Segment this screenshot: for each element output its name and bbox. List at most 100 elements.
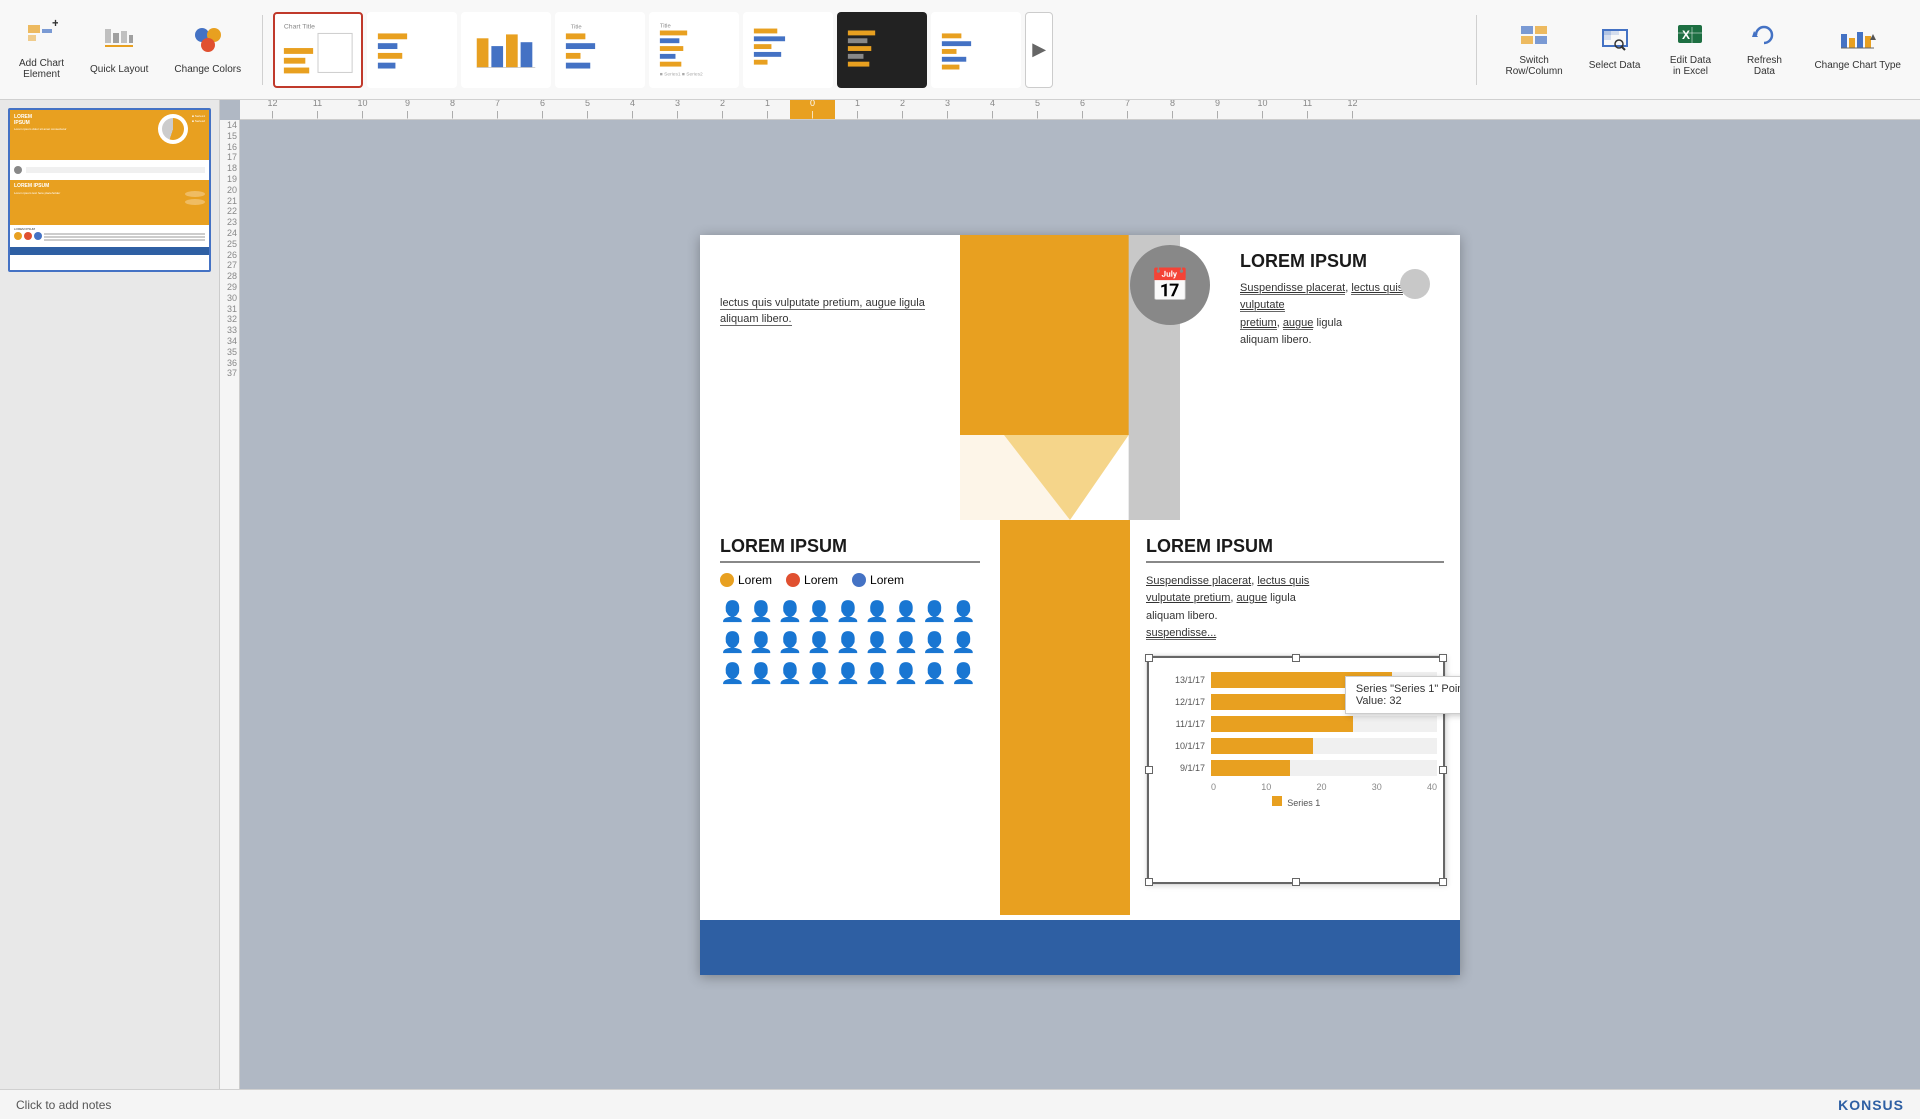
calendar-icon: 📅 — [1150, 266, 1190, 304]
person-icon: 👤 — [807, 599, 832, 624]
person-icon: 👤 — [778, 599, 803, 624]
chart-layouts-strip: Chart Title — [273, 12, 1465, 88]
calendar-icon-circle: 📅 — [1130, 245, 1210, 325]
main-area: 1 LOREMIPSUM Lorem ipsum dolor sit amet … — [0, 100, 1920, 1089]
svg-text:+: + — [52, 19, 58, 30]
add-chart-element-button[interactable]: + Add ChartElement — [8, 12, 75, 87]
bar-fill — [1211, 694, 1369, 710]
slide-bottom-bar — [700, 920, 1460, 975]
svg-text:X: X — [1682, 28, 1690, 42]
slide-thumbnail-1[interactable]: 1 LOREMIPSUM Lorem ipsum dolor sit amet … — [8, 108, 211, 272]
bar-row-4: 10/1/17 — [1155, 738, 1437, 754]
lorem-ipsum-box: LOREM IPSUM Suspendisse placerat, lectus… — [1200, 251, 1444, 350]
bar-row-5: 9/1/17 — [1155, 760, 1437, 776]
people-row-2: 👤 👤 👤 👤 👤 👤 👤 👤 👤 — [720, 630, 980, 655]
chart-layout-5[interactable]: Title ■ Series1 ■ Series2 — [649, 12, 739, 88]
chart-layout-3[interactable] — [461, 12, 551, 88]
refresh-data-label: RefreshData — [1747, 55, 1782, 77]
select-data-icon — [1601, 28, 1629, 58]
legend-dot-1 — [720, 573, 734, 587]
bar-track — [1211, 738, 1437, 754]
bar-label: 10/1/17 — [1155, 741, 1205, 751]
bar-fill — [1211, 716, 1353, 732]
person-icon-inactive: 👤 — [951, 599, 976, 624]
editor-area: 12 11 10 9 8 7 6 5 4 3 2 1 0 1 2 3 4 5 6… — [220, 100, 1920, 1089]
slide-page[interactable]: lectus quis vulputate pretium, augue lig… — [700, 235, 1460, 975]
konsus-brand: KONSUS — [1838, 1097, 1904, 1113]
legend-item-2: Lorem — [786, 573, 838, 587]
resize-handle-bl[interactable] — [1145, 878, 1153, 886]
section2-title: LOREM IPSUM — [1146, 536, 1444, 563]
svg-text:Title: Title — [571, 24, 582, 30]
change-colors-label: Change Colors — [174, 64, 241, 75]
person-icon-inactive: 👤 — [893, 661, 918, 686]
bar-track — [1211, 716, 1437, 732]
toolbar-divider-1 — [262, 15, 263, 85]
select-data-button[interactable]: Select Data — [1578, 21, 1652, 78]
status-bar: Click to add notes KONSUS — [0, 1089, 1920, 1119]
bar-label: 12/1/17 — [1155, 697, 1205, 707]
refresh-data-button[interactable]: RefreshData — [1729, 16, 1799, 84]
resize-handle-tc[interactable] — [1292, 654, 1300, 662]
resize-handle-br[interactable] — [1439, 878, 1447, 886]
person-icon-inactive: 👤 — [836, 630, 861, 655]
legend-label-1: Lorem — [738, 573, 772, 587]
chart-legend-dot — [1272, 796, 1282, 806]
person-icon-inactive: 👤 — [807, 630, 832, 655]
add-chart-element-icon: + — [26, 19, 58, 54]
notes-hint[interactable]: Click to add notes — [16, 1098, 111, 1112]
person-icon-inactive: 👤 — [951, 630, 976, 655]
resize-handle-bc[interactable] — [1292, 878, 1300, 886]
change-colors-icon — [192, 25, 224, 60]
svg-text:■ Series1 ■ Series2: ■ Series1 ■ Series2 — [660, 71, 703, 77]
chart-layouts-more-button[interactable]: ▶ — [1025, 12, 1053, 88]
bar-label: 13/1/17 — [1155, 675, 1205, 685]
quick-layout-label: Quick Layout — [90, 64, 148, 75]
quick-layout-icon — [103, 25, 135, 60]
person-icon: 👤 — [720, 630, 745, 655]
chart-x-axis: 0 10 20 30 40 — [1155, 782, 1437, 792]
legend-label-3: Lorem — [870, 573, 904, 587]
resize-handle-mr[interactable] — [1439, 766, 1447, 774]
person-icon: 👤 — [720, 599, 745, 624]
ruler-horizontal: 12 11 10 9 8 7 6 5 4 3 2 1 0 1 2 3 4 5 6… — [240, 100, 1920, 120]
person-icon: 👤 — [749, 630, 774, 655]
person-icon-inactive: 👤 — [893, 630, 918, 655]
slide-thumb-content: LOREMIPSUM Lorem ipsum dolor sit amet co… — [10, 110, 209, 270]
edit-data-excel-label: Edit Datain Excel — [1670, 55, 1711, 77]
bar-track — [1211, 760, 1437, 776]
bar-row-3: 11/1/17 — [1155, 716, 1437, 732]
edit-data-excel-button[interactable]: X Edit Datain Excel — [1655, 16, 1725, 84]
chart-layout-6[interactable] — [743, 12, 833, 88]
connector-circle — [1400, 269, 1430, 299]
people-row-3: 👤 👤 👤 👤 👤 👤 👤 👤 👤 — [720, 661, 980, 686]
switch-row-col-button[interactable]: SwitchRow/Column — [1495, 16, 1574, 84]
person-icon-inactive: 👤 — [778, 630, 803, 655]
chart-layout-1[interactable]: Chart Title — [273, 12, 363, 88]
person-icon-inactive: 👤 — [951, 661, 976, 686]
person-icon: 👤 — [749, 661, 774, 686]
chart-layout-8[interactable] — [931, 12, 1021, 88]
chart-layout-7[interactable] — [837, 12, 927, 88]
legend-label-2: Lorem — [804, 573, 838, 587]
bar-label: 11/1/17 — [1155, 719, 1205, 729]
section2-text: Suspendisse placerat, lectus quisvulputa… — [1146, 573, 1444, 643]
change-chart-type-button[interactable]: Change Chart Type — [1803, 21, 1912, 78]
chart-layout-2[interactable] — [367, 12, 457, 88]
quick-layout-button[interactable]: Quick Layout — [79, 18, 159, 82]
change-colors-button[interactable]: Change Colors — [163, 18, 252, 82]
person-icon-inactive: 👤 — [836, 661, 861, 686]
slide-canvas: lectus quis vulputate pretium, augue lig… — [240, 120, 1920, 1089]
person-icon-inactive: 👤 — [922, 599, 947, 624]
bar-row-1: 13/1/17 — [1155, 672, 1437, 688]
resize-handle-ml[interactable] — [1145, 766, 1153, 774]
svg-text:Chart Title: Chart Title — [284, 23, 315, 30]
chart-layout-4[interactable]: Title — [555, 12, 645, 88]
bar-chart-container[interactable]: 13/1/17 12/1/17 — [1146, 655, 1446, 885]
person-icon: 👤 — [807, 661, 832, 686]
resize-handle-tr[interactable] — [1439, 654, 1447, 662]
bar-row-2: 12/1/17 — [1155, 694, 1437, 710]
people-row-1: 👤 👤 👤 👤 👤 👤 👤 👤 👤 — [720, 599, 980, 624]
resize-handle-tl[interactable] — [1145, 654, 1153, 662]
person-icon: 👤 — [720, 661, 745, 686]
